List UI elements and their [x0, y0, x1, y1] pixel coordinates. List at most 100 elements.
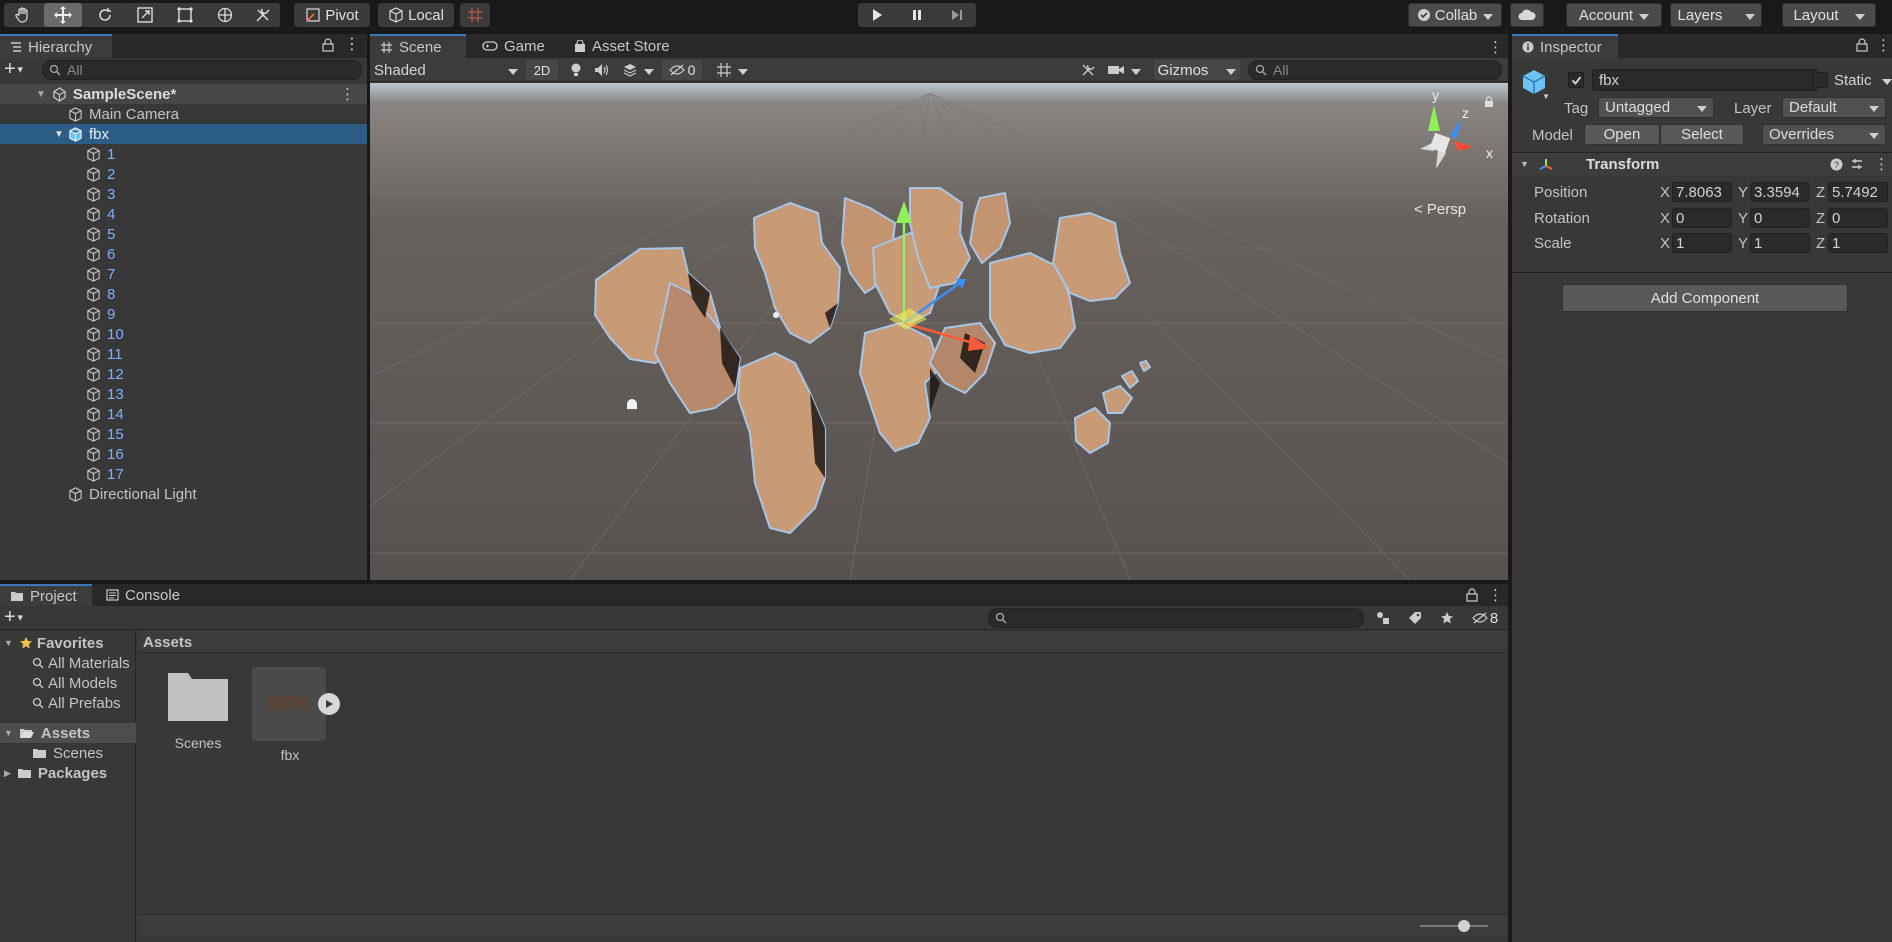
hierarchy-item[interactable]: 5	[0, 224, 367, 244]
layer-dropdown[interactable]: Default	[1782, 97, 1886, 118]
chevron-down-icon[interactable]: ▼	[1542, 92, 1550, 101]
hierarchy-item[interactable]: 10	[0, 324, 367, 344]
scale-tool-icon[interactable]	[126, 3, 164, 27]
hierarchy-item[interactable]: ▼ fbx	[0, 124, 367, 144]
gizmos-dropdown[interactable]: Gizmos	[1154, 60, 1240, 80]
lock-icon[interactable]	[1466, 588, 1478, 606]
hidden-objects-toggle[interactable]: 0	[662, 60, 702, 80]
create-dropdown[interactable]: +▼	[4, 607, 32, 628]
2d-toggle[interactable]: 2D	[526, 60, 558, 80]
zoom-slider-thumb[interactable]	[1458, 920, 1470, 932]
hierarchy-item[interactable]: 12	[0, 364, 367, 384]
hierarchy-item[interactable]: 14	[0, 404, 367, 424]
hierarchy-item[interactable]: 17	[0, 464, 367, 484]
search-by-type-button[interactable]	[1370, 608, 1396, 628]
tab-scene[interactable]: Scene	[370, 34, 466, 58]
hierarchy-item[interactable]: 9	[0, 304, 367, 324]
scene-search-input[interactable]: All	[1248, 60, 1502, 80]
pivot-toggle[interactable]: Pivot	[294, 3, 370, 27]
add-component-button[interactable]: Add Component	[1562, 284, 1848, 312]
scene-viewport[interactable]: y z x < Persp	[370, 83, 1508, 580]
scale-z-field[interactable]: 1	[1828, 233, 1888, 253]
tools-toggle[interactable]	[1076, 60, 1100, 80]
hierarchy-item[interactable]: 13	[0, 384, 367, 404]
position-z-field[interactable]: 5.7492	[1828, 182, 1888, 202]
hierarchy-item[interactable]: 8	[0, 284, 367, 304]
hierarchy-item[interactable]: 3	[0, 184, 367, 204]
scale-y-field[interactable]: 1	[1750, 233, 1810, 253]
hierarchy-search-input[interactable]: All	[42, 60, 362, 80]
scale-x-field[interactable]: 1	[1672, 233, 1732, 253]
rotation-y-field[interactable]: 0	[1750, 208, 1810, 228]
cloud-button[interactable]	[1510, 3, 1544, 27]
custom-tool-icon[interactable]	[246, 3, 280, 27]
asset-item-scenes[interactable]: Scenes	[158, 667, 238, 757]
kebab-menu-icon[interactable]: ⋮	[1876, 36, 1891, 54]
hierarchy-item[interactable]: 6	[0, 244, 367, 264]
tab-console[interactable]: Console	[96, 584, 196, 606]
kebab-menu-icon[interactable]: ⋮	[1488, 586, 1503, 604]
help-icon[interactable]: ?	[1830, 158, 1843, 171]
open-model-button[interactable]: Open	[1584, 124, 1660, 145]
favorite-item-materials[interactable]: All Materials	[32, 653, 136, 673]
rotation-x-field[interactable]: 0	[1672, 208, 1732, 228]
perspective-label[interactable]: < Persp	[1414, 201, 1466, 218]
scenes-folder-row[interactable]: Scenes	[32, 743, 136, 763]
audio-toggle[interactable]	[590, 60, 614, 80]
hierarchy-item[interactable]: 15	[0, 424, 367, 444]
local-toggle[interactable]: Local	[378, 3, 454, 27]
favorite-item-prefabs[interactable]: All Prefabs	[32, 693, 136, 713]
hierarchy-item[interactable]: 1	[0, 144, 367, 164]
hierarchy-item[interactable]: 4	[0, 204, 367, 224]
breadcrumb-assets[interactable]: Assets	[143, 634, 192, 651]
account-dropdown[interactable]: Account	[1566, 3, 1662, 27]
camera-settings-dropdown[interactable]	[1104, 60, 1144, 80]
hierarchy-item[interactable]: Directional Light	[0, 484, 367, 504]
select-model-button[interactable]: Select	[1660, 124, 1744, 145]
tag-dropdown[interactable]: Untagged	[1598, 97, 1714, 118]
position-y-field[interactable]: 3.3594	[1750, 182, 1810, 202]
lock-icon[interactable]	[1484, 95, 1494, 107]
asset-item-fbx[interactable]: fbx	[250, 667, 340, 763]
kebab-menu-icon[interactable]: ⋮	[344, 37, 360, 54]
orientation-gizmo[interactable]: y z x	[1406, 87, 1496, 181]
search-by-label-button[interactable]	[1402, 608, 1428, 628]
hierarchy-item[interactable]: Main Camera	[0, 104, 367, 124]
kebab-menu-icon[interactable]: ⋮	[1874, 155, 1889, 173]
position-x-field[interactable]: 7.8063	[1672, 182, 1732, 202]
project-search-input[interactable]	[988, 608, 1364, 628]
rotation-z-field[interactable]: 0	[1828, 208, 1888, 228]
tab-hierarchy[interactable]: Hierarchy	[0, 34, 112, 58]
play-button[interactable]	[858, 3, 896, 27]
grid-toggle[interactable]	[708, 60, 756, 80]
overrides-dropdown[interactable]: Overrides	[1762, 124, 1886, 145]
layers-dropdown[interactable]: Layers	[1670, 3, 1762, 27]
hierarchy-item[interactable]: 16	[0, 444, 367, 464]
hierarchy-item[interactable]: 11	[0, 344, 367, 364]
shading-mode-dropdown[interactable]: Shaded	[374, 60, 518, 80]
favorite-item-models[interactable]: All Models	[32, 673, 136, 693]
rotate-tool-icon[interactable]	[86, 3, 124, 27]
kebab-menu-icon[interactable]: ⋮	[1488, 38, 1503, 56]
static-checkbox-box[interactable]	[1812, 72, 1828, 88]
hidden-packages-toggle[interactable]: 8	[1466, 608, 1504, 628]
transform-header[interactable]: ▼ Transform ? ⋮	[1512, 152, 1892, 176]
move-tool-icon[interactable]	[44, 3, 82, 27]
grid-snap-button[interactable]	[460, 3, 490, 27]
kebab-menu-icon[interactable]: ⋮	[340, 85, 355, 103]
favorites-row[interactable]: ▼ Favorites	[0, 633, 136, 653]
hand-tool-icon[interactable]	[4, 3, 42, 27]
tab-asset-store[interactable]: Asset Store	[564, 34, 680, 58]
preset-icon[interactable]	[1850, 157, 1864, 171]
object-name-field[interactable]: fbx	[1592, 69, 1818, 91]
lock-icon[interactable]	[1856, 38, 1868, 56]
tab-game[interactable]: Game	[472, 34, 558, 58]
step-button[interactable]	[938, 3, 976, 27]
create-dropdown[interactable]: +▼	[4, 59, 32, 80]
scene-row[interactable]: ▼ SampleScene* ⋮	[0, 84, 367, 104]
packages-folder-row[interactable]: ▶ Packages	[0, 763, 136, 783]
collab-dropdown[interactable]: Collab	[1408, 3, 1502, 27]
zoom-slider[interactable]	[1420, 920, 1488, 932]
rect-tool-icon[interactable]	[166, 3, 204, 27]
lock-icon[interactable]	[322, 38, 334, 52]
